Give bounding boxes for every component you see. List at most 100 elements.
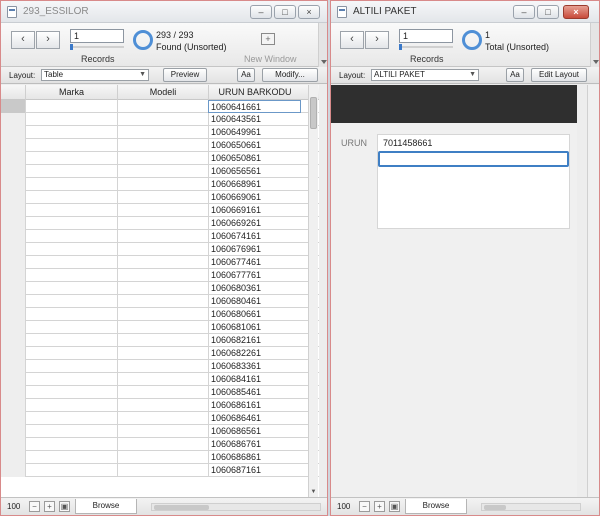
cell-modeli[interactable] [117,360,208,373]
row-selector[interactable] [1,438,25,451]
layout-select[interactable]: ALTILI PAKET ▼ [371,69,479,81]
cell-urun-barkodu[interactable]: 1060649961 [208,126,301,139]
scroll-thumb[interactable] [310,97,317,129]
table-row[interactable]: 1060684161 [1,373,319,386]
toolbar-scroll-toggle[interactable] [318,23,327,67]
cell-marka[interactable] [25,217,117,230]
cell-modeli[interactable] [117,373,208,386]
cell-marka[interactable] [25,178,117,191]
cell-marka[interactable] [25,412,117,425]
table-row[interactable]: 1060683361 [1,360,319,373]
row-selector[interactable] [1,282,25,295]
row-selector[interactable] [1,191,25,204]
cell-marka[interactable] [25,165,117,178]
cell-modeli[interactable] [117,282,208,295]
record-slider-knob[interactable] [70,44,73,50]
cell-marka[interactable] [25,113,117,126]
layout-select[interactable]: Table ▼ [41,69,149,81]
cell-urun-barkodu[interactable]: 1060686561 [208,425,301,438]
table-row[interactable]: 1060669161 [1,204,319,217]
cell-marka[interactable] [25,152,117,165]
cell-urun-barkodu[interactable]: 1060686761 [208,438,301,451]
cell-urun-barkodu[interactable]: 1060669061 [208,191,301,204]
cell-urun-barkodu[interactable]: 1060677461 [208,256,301,269]
cell-modeli[interactable] [117,269,208,282]
row-selector[interactable] [1,178,25,191]
vertical-scrollbar[interactable]: ▼ [308,85,318,497]
cell-modeli[interactable] [117,139,208,152]
table-row[interactable]: 1060681061 [1,321,319,334]
cell-marka[interactable] [25,438,117,451]
record-slider[interactable] [70,44,124,50]
row-selector[interactable] [1,217,25,230]
edit-layout-button[interactable]: Edit Layout [531,68,587,82]
cell-urun-barkodu[interactable]: 1060680361 [208,282,301,295]
cell-marka[interactable] [25,243,117,256]
row-selector[interactable] [1,256,25,269]
cell-marka[interactable] [25,126,117,139]
cell-modeli[interactable] [117,334,208,347]
zoom-in-icon[interactable]: + [374,501,385,512]
cell-modeli[interactable] [117,412,208,425]
mode-selector[interactable]: Browse [405,499,467,514]
cell-urun-barkodu[interactable]: 1060669261 [208,217,301,230]
row-selector[interactable] [1,204,25,217]
cell-modeli[interactable] [117,243,208,256]
cell-urun-barkodu[interactable]: 1060684161 [208,373,301,386]
close-button[interactable]: × [298,5,320,19]
cell-modeli[interactable] [117,464,208,477]
row-selector[interactable] [1,373,25,386]
cell-modeli[interactable] [117,321,208,334]
text-format-button[interactable]: Aa [506,68,524,82]
scroll-down-arrow[interactable]: ▼ [309,488,318,497]
table-row[interactable]: 1060680661 [1,308,319,321]
portal-row-new-input[interactable] [378,151,569,167]
h-scroll-thumb[interactable] [484,505,506,510]
modify-button[interactable]: Modify... [262,68,318,82]
cell-modeli[interactable] [117,126,208,139]
cell-marka[interactable] [25,139,117,152]
row-selector[interactable] [1,334,25,347]
close-button[interactable]: × [563,5,589,19]
back-record-button[interactable]: ‹ [340,31,364,49]
cell-marka[interactable] [25,269,117,282]
toolbar-toggle-icon[interactable]: ▣ [59,501,70,512]
cell-urun-barkodu[interactable]: 1060650861 [208,152,301,165]
cell-modeli[interactable] [117,178,208,191]
horizontal-scrollbar[interactable] [481,503,581,511]
table-row[interactable]: 1060686161 [1,399,319,412]
row-selector[interactable] [1,113,25,126]
cell-modeli[interactable] [117,386,208,399]
preview-button[interactable]: Preview [163,68,207,82]
record-slider-knob[interactable] [399,44,402,50]
forward-record-button[interactable]: › [36,31,60,49]
cell-modeli[interactable] [117,347,208,360]
row-selector[interactable] [1,269,25,282]
table-row[interactable]: 1060686561 [1,425,319,438]
row-selector[interactable] [1,321,25,334]
row-selector[interactable] [1,100,25,113]
cell-modeli[interactable] [117,100,208,113]
cell-urun-barkodu[interactable]: 1060676961 [208,243,301,256]
row-selector[interactable] [1,399,25,412]
cell-marka[interactable] [25,464,117,477]
row-selector[interactable] [1,464,25,477]
cell-marka[interactable] [25,360,117,373]
row-selector[interactable] [1,412,25,425]
row-selector[interactable] [1,139,25,152]
zoom-level[interactable]: 100 [337,502,350,511]
table-row[interactable]: 1060686861 [1,451,319,464]
text-format-button[interactable]: Aa [237,68,255,82]
table-row[interactable]: 1060649961 [1,126,319,139]
table-row[interactable]: 1060682261 [1,347,319,360]
cell-modeli[interactable] [117,113,208,126]
cell-modeli[interactable] [117,256,208,269]
forward-record-button[interactable]: › [365,31,389,49]
cell-marka[interactable] [25,334,117,347]
cell-urun-barkodu[interactable]: 1060686161 [208,399,301,412]
cell-modeli[interactable] [117,308,208,321]
cell-modeli[interactable] [117,191,208,204]
row-selector[interactable] [1,308,25,321]
cell-urun-barkodu[interactable]: 1060677761 [208,269,301,282]
cell-modeli[interactable] [117,204,208,217]
